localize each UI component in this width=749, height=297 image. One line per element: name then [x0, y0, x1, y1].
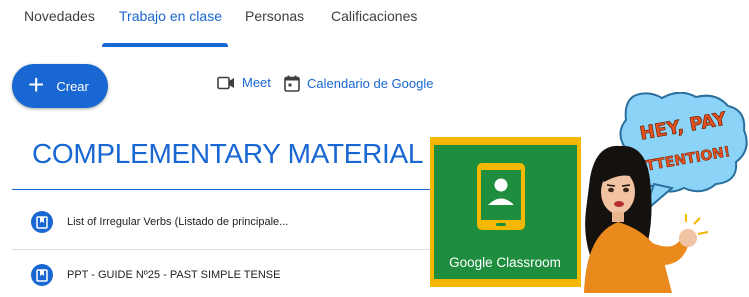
classroom-logo-label: Google Classroom — [449, 255, 561, 270]
material-item-irregular-verbs[interactable]: List of Irregular Verbs (Listado de prin… — [12, 200, 432, 244]
section-title: COMPLEMENTARY MATERIAL — [32, 138, 424, 169]
bitmoji-pay-attention-sticker: HEY, PAY ATTENTION! — [584, 92, 748, 293]
tab-novedades[interactable]: Novedades — [24, 8, 95, 24]
calendar-link[interactable]: Calendario de Google — [284, 75, 433, 92]
google-classroom-logo: Google Classroom — [430, 137, 581, 287]
material-item-past-simple-ppt[interactable]: PPT - GUIDE Nº25 - PAST SIMPLE TENSE — [12, 253, 432, 297]
create-button-label: Crear — [56, 78, 89, 94]
plus-icon: + — [28, 68, 45, 100]
tab-personas[interactable]: Personas — [245, 8, 304, 24]
material-bookmark-icon — [31, 211, 53, 233]
calendar-label: Calendario de Google — [307, 76, 434, 91]
item-divider — [12, 249, 432, 250]
material-item-label: List of Irregular Verbs (Listado de prin… — [67, 216, 289, 228]
tab-bar: Novedades Trabajo en clase Personas Cali… — [0, 0, 430, 48]
meet-label: Meet — [242, 75, 271, 90]
tab-trabajo-en-clase[interactable]: Trabajo en clase — [119, 8, 222, 24]
active-tab-indicator — [102, 43, 228, 47]
section-divider — [12, 189, 432, 190]
material-item-label: PPT - GUIDE Nº25 - PAST SIMPLE TENSE — [67, 269, 281, 281]
calendar-icon — [284, 75, 300, 92]
tab-calificaciones[interactable]: Calificaciones — [331, 8, 417, 24]
classroom-tablet-icon — [477, 163, 525, 230]
video-camera-icon — [217, 76, 235, 90]
create-button[interactable]: + Crear — [12, 64, 108, 108]
meet-link[interactable]: Meet — [217, 75, 271, 90]
material-bookmark-icon — [31, 264, 53, 286]
